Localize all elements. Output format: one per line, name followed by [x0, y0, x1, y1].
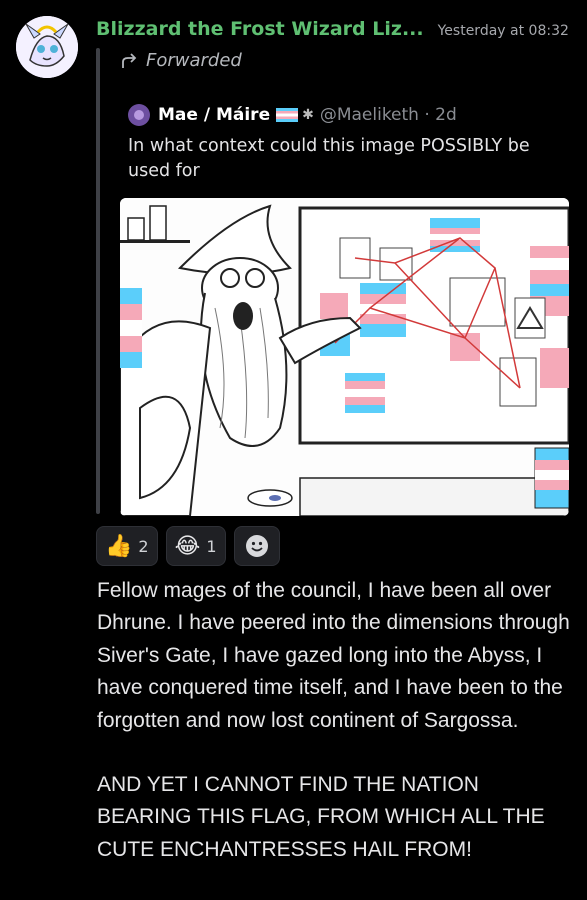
trans-flag-icon: [276, 108, 299, 122]
message-paragraph-2: AND YET I CANNOT FIND THE NATION BEARING…: [97, 773, 545, 861]
embedded-tweet[interactable]: Mae / Máire ✱ @Maeliketh · 2d In what co…: [120, 100, 570, 184]
badge-icon: ✱: [302, 107, 314, 123]
wizard-conspiracy-board-image: [120, 198, 569, 516]
tweet-author-name[interactable]: Mae / Máire: [158, 105, 270, 125]
forwarded-label: Forwarded: [120, 50, 242, 71]
reaction-count: 1: [206, 536, 217, 556]
reaction-tears-of-joy[interactable]: 😂 1: [165, 526, 226, 566]
tweet-text: In what context could this image POSSIBL…: [128, 136, 530, 181]
author-name[interactable]: Blizzard the Frost Wizard Liz...: [96, 18, 424, 40]
lizard-avatar-icon: [16, 16, 78, 78]
thumbs-up-icon: 👍: [105, 533, 133, 559]
forward-arrow-icon: [122, 52, 137, 68]
reaction-thumbs-up[interactable]: 👍 2: [96, 526, 158, 566]
reaction-count: 2: [138, 536, 149, 556]
tweet-header: Mae / Máire ✱ @Maeliketh · 2d: [120, 100, 570, 130]
tears-of-joy-icon: 😂: [174, 533, 201, 559]
message-body: Fellow mages of the council, I have been…: [97, 575, 577, 866]
forwarded-text: Forwarded: [146, 50, 242, 71]
message-paragraph-1: Fellow mages of the council, I have been…: [97, 579, 570, 732]
message-timestamp: Yesterday at 08:32: [437, 23, 569, 39]
reactions-bar: 👍 2 😂 1: [96, 526, 280, 566]
tweet-avatar: [128, 104, 150, 126]
forward-quote-bar: [96, 48, 100, 514]
message-header: Blizzard the Frost Wizard Liz... Yesterd…: [96, 18, 577, 48]
tweet-handle: @Maeliketh · 2d: [319, 105, 457, 125]
add-reaction-icon: [245, 535, 268, 557]
tweet-image[interactable]: [120, 198, 569, 516]
author-avatar[interactable]: [16, 16, 78, 78]
add-reaction-button[interactable]: [233, 526, 280, 566]
